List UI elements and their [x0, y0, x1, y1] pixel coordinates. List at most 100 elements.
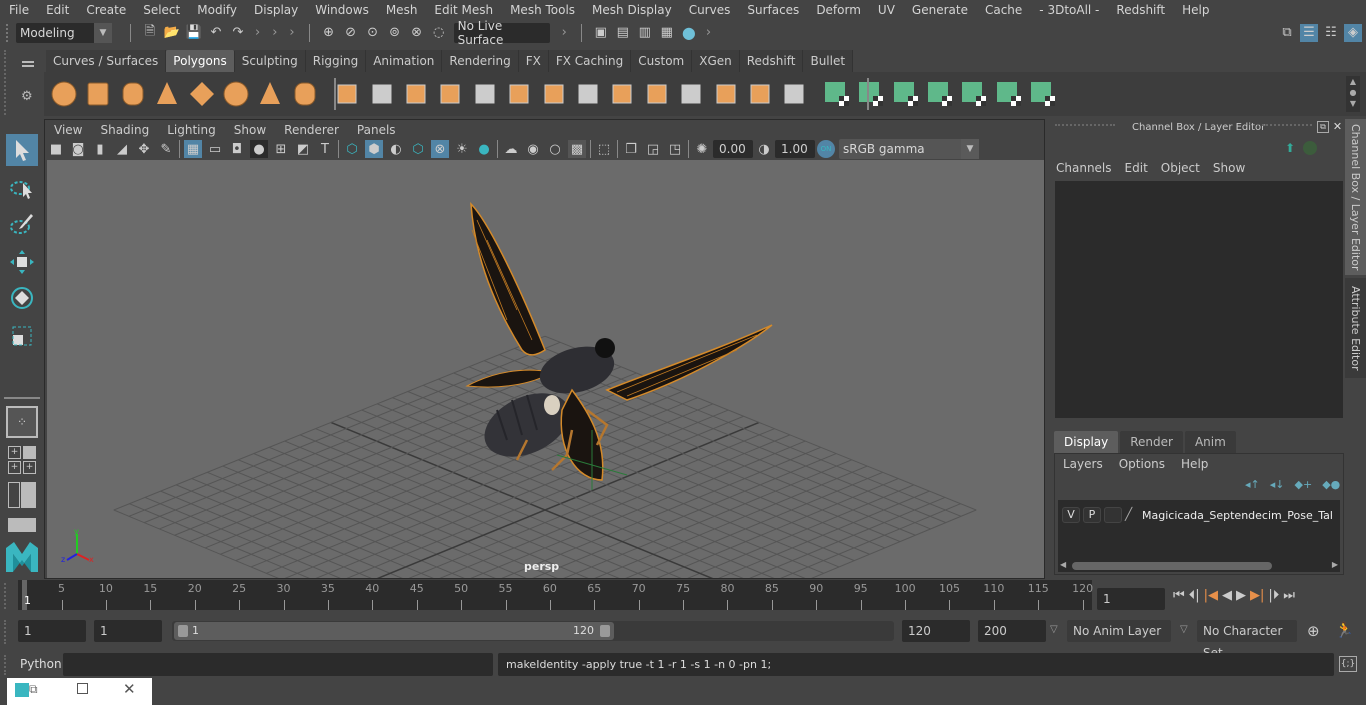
collapse-chevron-icon[interactable]: ›: [706, 25, 711, 40]
character-set-select[interactable]: No Character Set: [1197, 620, 1297, 660]
menu-3dtoall[interactable]: - 3DtoAll -: [1030, 3, 1107, 17]
smooth-icon[interactable]: [436, 80, 464, 108]
time-slider[interactable]: 1 5 10 15 20 25 30 35 40 45 50 55 60 65 70 75 80 85 90 95 1…: [18, 580, 1093, 610]
poly-torus-icon[interactable]: [222, 80, 250, 108]
menu-deform[interactable]: Deform: [807, 3, 869, 17]
play-forward-icon[interactable]: ▶: [1236, 588, 1246, 603]
color-management-toggle[interactable]: ON: [817, 140, 835, 158]
rotate-tool-icon[interactable]: [6, 282, 38, 314]
layer-playback-toggle[interactable]: P: [1083, 507, 1101, 523]
auto-key-icon[interactable]: ⊕: [1307, 622, 1320, 640]
image-plane-icon[interactable]: ◢: [113, 140, 131, 158]
menu-select[interactable]: Select: [134, 3, 188, 17]
layer-menu-options[interactable]: Options: [1119, 457, 1181, 471]
shelf-tab-custom[interactable]: Custom: [631, 50, 693, 72]
collapse-chevron-icon[interactable]: ›: [272, 25, 277, 40]
cicada-model[interactable]: [457, 200, 787, 490]
scroll-left-icon[interactable]: ◀: [1060, 560, 1066, 569]
menu-uv[interactable]: UV: [869, 3, 903, 17]
shelf-tab-fx-caching[interactable]: FX Caching: [548, 50, 632, 72]
lasso-tool-icon[interactable]: [6, 172, 38, 204]
save-scene-icon[interactable]: 💾: [185, 24, 203, 42]
close-icon[interactable]: ✕: [123, 680, 136, 698]
attribute-editor-toggle-icon[interactable]: ☰: [1300, 23, 1318, 42]
menu-create[interactable]: Create: [77, 3, 134, 17]
grid-toggle-icon[interactable]: ▦: [184, 140, 202, 158]
menu-mesh-tools[interactable]: Mesh Tools: [501, 3, 583, 17]
bridge-icon[interactable]: [608, 80, 636, 108]
exposure-field[interactable]: 0.00: [713, 140, 753, 158]
automatic-uv-icon[interactable]: [926, 80, 954, 108]
move-layer-down-icon[interactable]: ◂↓: [1270, 478, 1285, 491]
tool-settings-icon[interactable]: ☷: [1322, 24, 1340, 42]
modeling-toolkit-icon[interactable]: ⧉: [1278, 24, 1296, 42]
merge-icon[interactable]: [746, 80, 774, 108]
xray-icon[interactable]: ❐: [622, 140, 640, 158]
channel-menu-edit[interactable]: Edit: [1125, 161, 1161, 175]
animation-preferences-icon[interactable]: 🏃: [1335, 621, 1354, 639]
make-live-icon[interactable]: ◌: [430, 24, 448, 42]
menu-display[interactable]: Display: [245, 3, 306, 17]
contour-uv-icon[interactable]: [960, 80, 988, 108]
layer-visibility-toggle[interactable]: V: [1062, 507, 1080, 523]
default-lighting-icon[interactable]: ◐: [387, 140, 405, 158]
scrollbar-thumb[interactable]: [1072, 562, 1272, 570]
planar-uv-icon[interactable]: [823, 80, 851, 108]
menu-mesh-display[interactable]: Mesh Display: [583, 3, 680, 17]
restore-icon[interactable]: ⧉: [29, 682, 38, 697]
collapse-chevron-icon[interactable]: ›: [289, 25, 294, 40]
snap-point-icon[interactable]: ⊙: [364, 24, 382, 42]
poly-cylinder-icon[interactable]: [119, 80, 147, 108]
snap-curve-icon[interactable]: ⊘: [342, 24, 360, 42]
channel-menu-object[interactable]: Object: [1161, 161, 1213, 175]
drag-handle[interactable]: [4, 50, 10, 115]
wireframe-icon[interactable]: ⬡: [343, 140, 361, 158]
combine-icon[interactable]: [333, 80, 361, 108]
end-time-field[interactable]: 200: [978, 620, 1046, 642]
use-all-lights-icon[interactable]: ☀: [453, 140, 471, 158]
anim-layer-chevron-icon[interactable]: ▽: [1050, 624, 1058, 635]
viewport-menu-renderer[interactable]: Renderer: [275, 123, 348, 137]
poly-pipe-icon[interactable]: [291, 80, 319, 108]
open-scene-icon[interactable]: 📂: [163, 24, 181, 42]
shadows-icon[interactable]: ●: [475, 140, 493, 158]
shelf-tab-redshift[interactable]: Redshift: [739, 50, 804, 72]
mirror-icon[interactable]: [402, 80, 430, 108]
channel-menu-show[interactable]: Show: [1213, 161, 1258, 175]
gate-mask-icon[interactable]: ●: [250, 140, 268, 158]
channel-menu-channels[interactable]: Channels: [1056, 161, 1125, 175]
step-back-icon[interactable]: ⏴|: [1189, 588, 1200, 603]
range-slider-bar[interactable]: 1 120: [174, 622, 614, 640]
new-layer-icon[interactable]: ◆+: [1295, 478, 1313, 491]
menu-help[interactable]: Help: [1173, 3, 1217, 17]
layer-display-type-toggle[interactable]: [1104, 507, 1122, 523]
viewport-menu-lighting[interactable]: Lighting: [158, 123, 225, 137]
poly-sphere-icon[interactable]: [50, 80, 78, 108]
resolution-gate-icon[interactable]: ◘: [228, 140, 246, 158]
motion-blur-icon[interactable]: ◉: [524, 140, 542, 158]
script-editor-icon[interactable]: {;}: [1339, 656, 1357, 672]
poly-cube-icon[interactable]: [84, 80, 112, 108]
drag-handle[interactable]: [1055, 124, 1115, 126]
multisample-aa-icon[interactable]: ○: [546, 140, 564, 158]
unfold-uv-icon[interactable]: [1029, 80, 1057, 108]
horizontal-scrollbar[interactable]: ◀ ▶: [1058, 560, 1340, 572]
playback-start-field[interactable]: 1: [94, 620, 162, 642]
channel-list[interactable]: [1055, 181, 1343, 418]
layer-menu-layers[interactable]: Layers: [1063, 457, 1119, 471]
2d-pan-zoom-icon[interactable]: ✥: [135, 140, 153, 158]
layer-name[interactable]: Magicicada_Septendecim_Pose_Takeoff: [1142, 509, 1332, 522]
menu-surfaces[interactable]: Surfaces: [738, 3, 807, 17]
drag-handle[interactable]: [4, 583, 10, 609]
next-key-icon[interactable]: ▶|: [1250, 588, 1264, 603]
textured-icon[interactable]: ⊗: [431, 140, 449, 158]
play-backward-icon[interactable]: ◀: [1222, 588, 1232, 603]
current-frame-field[interactable]: 1: [1097, 588, 1165, 610]
float-panel-icon[interactable]: ⧉: [1317, 121, 1329, 133]
subdivide-icon[interactable]: [505, 80, 533, 108]
menu-file[interactable]: File: [0, 3, 37, 17]
separate-icon[interactable]: [368, 80, 396, 108]
field-chart-icon[interactable]: ⊞: [272, 140, 290, 158]
drag-handle[interactable]: [4, 655, 10, 675]
menu-edit-mesh[interactable]: Edit Mesh: [425, 3, 501, 17]
